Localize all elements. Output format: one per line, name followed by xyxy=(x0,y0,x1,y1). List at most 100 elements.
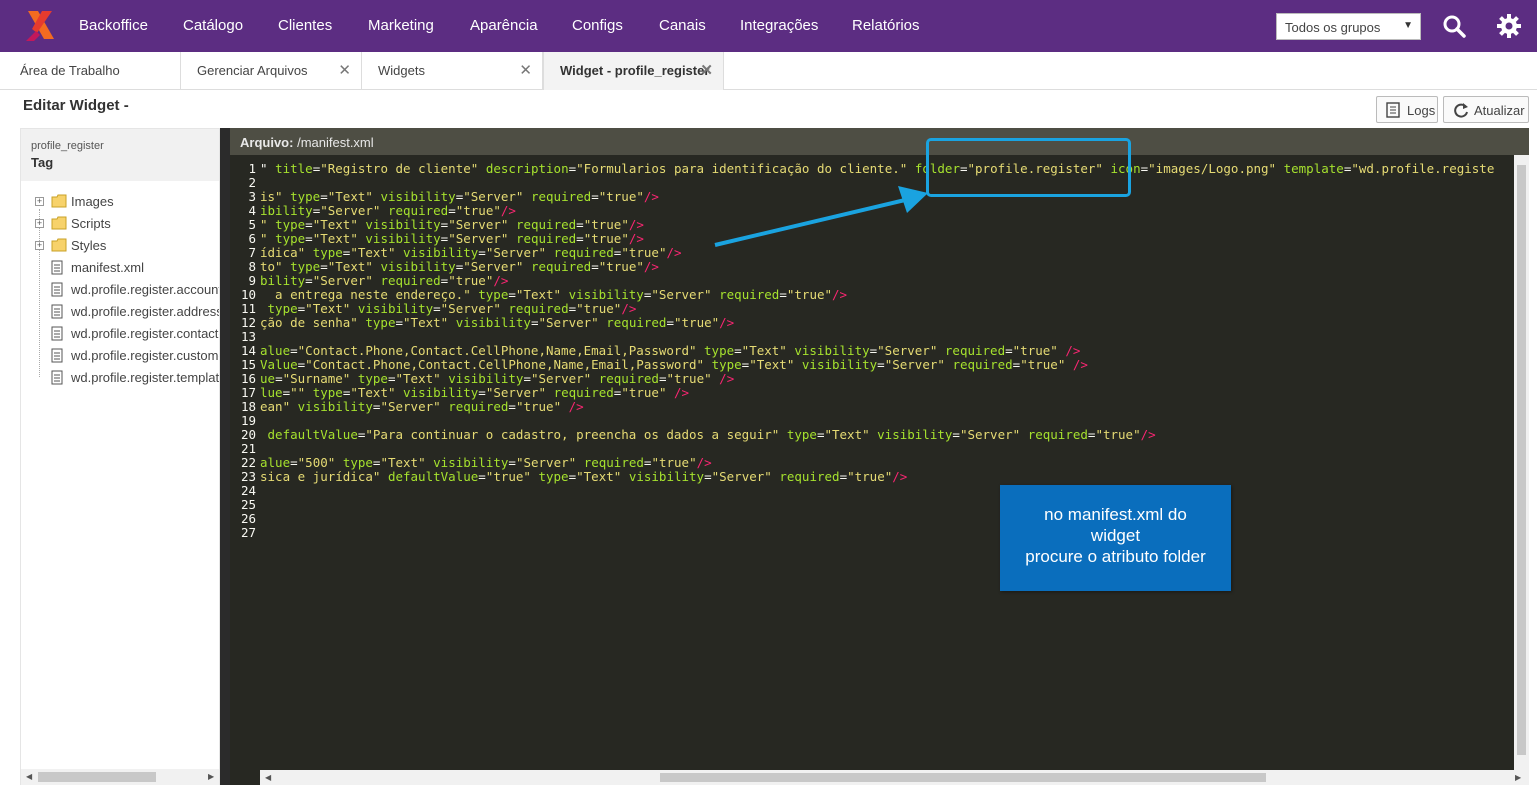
scrollbar-thumb[interactable] xyxy=(660,773,1266,782)
file-icon xyxy=(51,304,63,319)
scroll-left-icon[interactable]: ◀ xyxy=(26,772,32,781)
tab-widget-profile-register[interactable]: Widget - profile_register ✕ xyxy=(543,52,724,90)
folder-icon xyxy=(51,216,67,230)
nav-integracoes[interactable]: Integrações xyxy=(740,17,818,34)
document-icon xyxy=(1386,102,1400,118)
expand-icon[interactable]: + xyxy=(35,219,44,228)
line-number: 14 xyxy=(240,343,256,358)
tab-label: Gerenciar Arquivos xyxy=(197,63,308,78)
code-line[interactable]: type="Text" visibility="Server" required… xyxy=(260,301,637,316)
code-line[interactable]: alue="500" type="Text" visibility="Serve… xyxy=(260,455,712,470)
tree-folder-images[interactable]: + Images xyxy=(35,193,219,211)
annotation-callout: no manifest.xml do widget procure o atri… xyxy=(1000,485,1231,591)
line-number: 7 xyxy=(248,245,256,260)
editor-horizontal-scrollbar[interactable]: ◀ ▶ xyxy=(260,770,1529,785)
line-number: 18 xyxy=(240,399,256,414)
tab-widgets[interactable]: Widgets ✕ xyxy=(362,52,543,90)
code-line[interactable]: ue="Surname" type="Text" visibility="Ser… xyxy=(260,371,734,386)
code-line[interactable]: defaultValue="Para continuar o cadastro,… xyxy=(260,427,1156,442)
widget-name: profile_register xyxy=(31,140,104,152)
panel-splitter[interactable] xyxy=(220,128,230,785)
line-number: 26 xyxy=(240,511,256,526)
nav-configs[interactable]: Configs xyxy=(572,17,623,34)
line-gutter: 1 2 3 4 5 6 7 8 9 10 11 12 13 14 15 16 1… xyxy=(230,155,260,770)
code-line[interactable]: ção de senha" type="Text" visibility="Se… xyxy=(260,315,734,330)
line-number: 24 xyxy=(240,483,256,498)
folder-icon xyxy=(51,194,67,208)
refresh-icon xyxy=(1454,103,1468,118)
nav-catalogo[interactable]: Catálogo xyxy=(183,17,243,34)
nav-clientes[interactable]: Clientes xyxy=(278,17,332,34)
line-number: 8 xyxy=(248,259,256,274)
tree-label: wd.profile.register.accountdata xyxy=(71,282,219,297)
logs-label: Logs xyxy=(1407,103,1436,118)
line-number: 16 xyxy=(240,371,256,386)
code-line[interactable]: lue="" type="Text" visibility="Server" r… xyxy=(260,385,689,400)
tab-label: Widget - profile_register xyxy=(560,63,710,78)
tree-folder-scripts[interactable]: + Scripts xyxy=(35,215,219,233)
logs-button[interactable]: Logs xyxy=(1376,96,1438,123)
nav-marketing[interactable]: Marketing xyxy=(368,17,434,34)
nav-aparencia[interactable]: Aparência xyxy=(470,17,538,34)
tree-file-template[interactable]: wd.profile.register.template xyxy=(35,369,219,387)
folder-icon xyxy=(51,238,67,252)
nav-backoffice[interactable]: Backoffice xyxy=(79,17,148,34)
nav-canais[interactable]: Canais xyxy=(659,17,706,34)
tree-label: manifest.xml xyxy=(71,260,144,275)
tab-gerenciar-arquivos[interactable]: Gerenciar Arquivos ✕ xyxy=(181,52,362,90)
code-line[interactable]: alue="Contact.Phone,Contact.CellPhone,Na… xyxy=(260,343,1080,358)
expand-icon[interactable]: + xyxy=(35,241,44,250)
code-line[interactable]: to" type="Text" visibility="Server" requ… xyxy=(260,259,659,274)
code-line[interactable]: " type="Text" visibility="Server" requir… xyxy=(260,217,644,232)
line-number: 15 xyxy=(240,357,256,372)
code-line[interactable]: sica e jurídica" defaultValue="true" typ… xyxy=(260,469,907,484)
search-icon[interactable] xyxy=(1442,14,1466,38)
line-number: 21 xyxy=(240,441,256,456)
tree-file-manifest[interactable]: manifest.xml xyxy=(35,259,219,277)
code-line[interactable]: a entrega neste endereço." type="Text" v… xyxy=(260,287,847,302)
line-number: 19 xyxy=(240,413,256,428)
code-line[interactable]: ídica" type="Text" visibility="Server" r… xyxy=(260,245,682,260)
code-line[interactable]: bility="Server" required="true"/> xyxy=(260,273,508,288)
scroll-right-icon[interactable]: ▶ xyxy=(208,772,214,781)
code-line[interactable]: is" type="Text" visibility="Server" requ… xyxy=(260,189,659,204)
tree-folder-styles[interactable]: + Styles xyxy=(35,237,219,255)
group-select[interactable]: Todos os grupos ▼ xyxy=(1276,13,1421,40)
code-line[interactable]: Value="Contact.Phone,Contact.CellPhone,N… xyxy=(260,357,1088,372)
logo-icon[interactable] xyxy=(24,9,58,43)
scrollbar-thumb[interactable] xyxy=(1517,165,1526,755)
group-select-value: Todos os grupos xyxy=(1285,20,1381,35)
tree-file-contactdata[interactable]: wd.profile.register.contactdata xyxy=(35,325,219,343)
file-icon xyxy=(51,326,63,341)
gear-icon[interactable] xyxy=(1496,13,1522,39)
code-line[interactable]: ean" visibility="Server" required="true"… xyxy=(260,399,584,414)
file-tree-panel: profile_register Tag + Images + Scripts … xyxy=(20,128,220,785)
close-icon[interactable]: ✕ xyxy=(519,61,532,79)
sidebar-header: profile_register Tag xyxy=(21,129,219,181)
widget-tag: Tag xyxy=(31,155,54,170)
editor-vertical-scrollbar[interactable] xyxy=(1514,155,1529,770)
tree-file-accountdata[interactable]: wd.profile.register.accountdata xyxy=(35,281,219,299)
sidebar-horizontal-scrollbar[interactable]: ◀ ▶ xyxy=(21,769,219,785)
callout-line: widget xyxy=(1090,526,1141,545)
tab-area-de-trabalho[interactable]: Área de Trabalho xyxy=(0,52,181,90)
nav-relatorios[interactable]: Relatórios xyxy=(852,17,920,34)
line-number: 4 xyxy=(248,203,256,218)
code-line[interactable]: ibility="Server" required="true"/> xyxy=(260,203,516,218)
code-line[interactable]: " title="Registro de cliente" descriptio… xyxy=(260,161,1494,176)
refresh-button[interactable]: Atualizar xyxy=(1443,96,1529,123)
top-nav: Backoffice Catálogo Clientes Marketing A… xyxy=(0,0,1537,52)
tree-label: Scripts xyxy=(71,216,111,231)
line-number: 3 xyxy=(248,189,256,204)
code-line[interactable]: " type="Text" visibility="Server" requir… xyxy=(260,231,644,246)
tree-file-addressdata[interactable]: wd.profile.register.addressdata xyxy=(35,303,219,321)
tree-file-customerdata[interactable]: wd.profile.register.customerdata xyxy=(35,347,219,365)
close-icon[interactable]: ✕ xyxy=(700,61,713,79)
line-number: 12 xyxy=(240,315,256,330)
scroll-left-icon[interactable]: ◀ xyxy=(265,773,271,782)
scrollbar-thumb[interactable] xyxy=(38,772,156,782)
expand-icon[interactable]: + xyxy=(35,197,44,206)
folder-attribute-highlight xyxy=(926,138,1131,197)
scroll-right-icon[interactable]: ▶ xyxy=(1515,773,1521,782)
close-icon[interactable]: ✕ xyxy=(338,61,351,79)
